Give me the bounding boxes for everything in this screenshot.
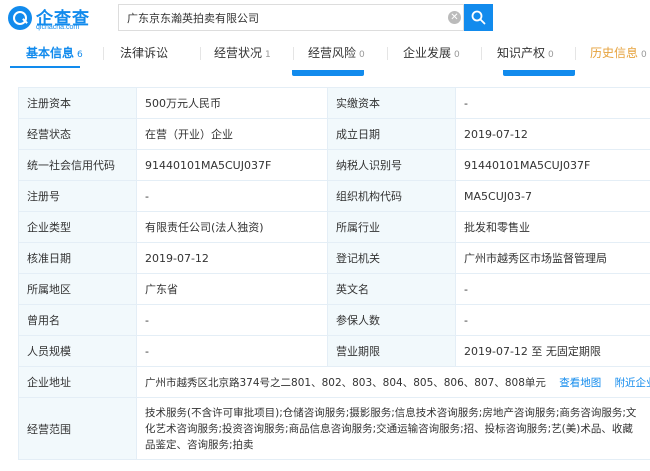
reg-no-value: - [136, 180, 328, 212]
credit-code-label: 统一社会信用代码 [18, 149, 137, 181]
search-box: ✕ [118, 4, 464, 31]
search-icon [471, 10, 486, 25]
tab-label: 历史信息 [590, 46, 639, 60]
tab-operations[interactable]: 经营状况 1 [214, 44, 271, 66]
table-row: 曾用名 - 参保人数 - [18, 304, 650, 336]
logo[interactable]: 企查查 qichacha.com [8, 4, 103, 34]
table-row: 企业类型 有限责任公司(法人独资) 所属行业 批发和零售业 [18, 211, 650, 243]
english-value: - [455, 273, 650, 305]
authority-value: 广州市越秀区市场监督管理局 [455, 242, 650, 274]
tab-divider [387, 47, 388, 60]
tab-divider [293, 47, 294, 60]
taxpayer-label: 纳税人识别号 [327, 149, 456, 181]
insured-label: 参保人数 [327, 304, 456, 336]
logo-icon [8, 6, 32, 30]
tab-development[interactable]: 企业发展 0 [403, 44, 460, 66]
type-label: 企业类型 [18, 211, 137, 243]
tab-count: 0 [454, 50, 460, 60]
staff-value: - [136, 335, 328, 367]
tab-count: 0 [548, 50, 554, 60]
industry-value: 批发和零售业 [455, 211, 650, 243]
tab-divider [103, 47, 104, 60]
active-tab-indicator [10, 66, 80, 68]
reg-capital-value: 500万元人民币 [136, 87, 328, 119]
scope-label: 经营范围 [18, 397, 137, 460]
search-input[interactable] [127, 10, 437, 26]
address-cell: 广州市越秀区北京路374号之二801、802、803、804、805、806、8… [136, 366, 650, 398]
reg-capital-label: 注册资本 [18, 87, 137, 119]
table-row: 人员规模 - 营业期限 2019-07-12 至 无固定期限 [18, 335, 650, 367]
table-row: 所属地区 广东省 英文名 - [18, 273, 650, 305]
insured-value: - [455, 304, 650, 336]
former-label: 曾用名 [18, 304, 137, 336]
tab-count: 1 [265, 50, 271, 60]
tab-count: 6 [77, 50, 83, 60]
tab-basic-info[interactable]: 基本信息 6 [26, 44, 83, 66]
credit-code-value: 91440101MA5CUJ037F [136, 149, 328, 181]
tab-label: 知识产权 [497, 46, 546, 60]
established-value: 2019-07-12 [455, 118, 650, 150]
term-label: 营业期限 [327, 335, 456, 367]
tab-label: 经营风险 [308, 46, 357, 60]
tab-ip[interactable]: 知识产权 0 [497, 44, 554, 66]
company-info-table: 注册资本 500万元人民币 实缴资本 - 经营状态 在营（开业）企业 成立日期 … [18, 87, 650, 460]
table-row: 经营状态 在营（开业）企业 成立日期 2019-07-12 [18, 118, 650, 150]
industry-label: 所属行业 [327, 211, 456, 243]
address-label: 企业地址 [18, 366, 137, 398]
paid-capital-value: - [455, 87, 650, 119]
table-row: 注册资本 500万元人民币 实缴资本 - [18, 87, 650, 119]
table-row: 企业地址 广州市越秀区北京路374号之二801、802、803、804、805、… [18, 366, 650, 398]
established-label: 成立日期 [327, 118, 456, 150]
staff-label: 人员规模 [18, 335, 137, 367]
address-value: 广州市越秀区北京路374号之二801、802、803、804、805、806、8… [145, 376, 546, 389]
region-value: 广东省 [136, 273, 328, 305]
section-button-bar[interactable] [503, 70, 575, 76]
tab-bar: 基本信息 6 法律诉讼 经营状况 1 经营风险 0 企业发展 0 知识产权 0 历史信息 0 [0, 36, 650, 76]
table-row: 注册号 - 组织机构代码 MA5CUJ03-7 [18, 180, 650, 212]
authority-label: 登记机关 [327, 242, 456, 274]
former-value: - [136, 304, 328, 336]
search-button[interactable] [464, 4, 493, 31]
table-row: 统一社会信用代码 91440101MA5CUJ037F 纳税人识别号 91440… [18, 149, 650, 181]
tab-history[interactable]: 历史信息 0 [590, 44, 647, 66]
table-row: 核准日期 2019-07-12 登记机关 广州市越秀区市场监督管理局 [18, 242, 650, 274]
top-header: 企查查 qichacha.com ✕ [0, 0, 650, 36]
status-value: 在营（开业）企业 [136, 118, 328, 150]
tab-divider [200, 47, 201, 60]
tab-divider [481, 47, 482, 60]
tab-count: 0 [359, 50, 365, 60]
logo-subtitle: qichacha.com [36, 24, 80, 31]
reg-no-label: 注册号 [18, 180, 137, 212]
tab-label: 基本信息 [26, 46, 75, 60]
status-label: 经营状态 [18, 118, 137, 150]
tab-count: 0 [641, 50, 647, 60]
view-map-link[interactable]: 查看地图 [559, 377, 601, 389]
paid-capital-label: 实缴资本 [327, 87, 456, 119]
scope-value: 技术服务(不含许可审批项目);仓储咨询服务;摄影服务;信息技术咨询服务;房地产咨… [136, 397, 650, 460]
tab-label: 经营状况 [214, 46, 263, 60]
tab-label: 企业发展 [403, 46, 452, 60]
section-button-bar[interactable] [292, 70, 364, 76]
type-value: 有限责任公司(法人独资) [136, 211, 328, 243]
region-label: 所属地区 [18, 273, 137, 305]
tab-divider [575, 47, 576, 60]
table-row: 经营范围 技术服务(不含许可审批项目);仓储咨询服务;摄影服务;信息技术咨询服务… [18, 397, 650, 460]
tab-label: 法律诉讼 [120, 46, 169, 60]
approval-label: 核准日期 [18, 242, 137, 274]
nearby-companies-link[interactable]: 附近企业 [615, 377, 650, 389]
org-code-value: MA5CUJ03-7 [455, 180, 650, 212]
tab-legal[interactable]: 法律诉讼 [120, 44, 168, 66]
clear-icon[interactable]: ✕ [448, 11, 461, 24]
approval-value: 2019-07-12 [136, 242, 328, 274]
taxpayer-value: 91440101MA5CUJ037F [455, 149, 650, 181]
term-value: 2019-07-12 至 无固定期限 [455, 335, 650, 367]
org-code-label: 组织机构代码 [327, 180, 456, 212]
english-label: 英文名 [327, 273, 456, 305]
tab-risk[interactable]: 经营风险 0 [308, 44, 365, 66]
